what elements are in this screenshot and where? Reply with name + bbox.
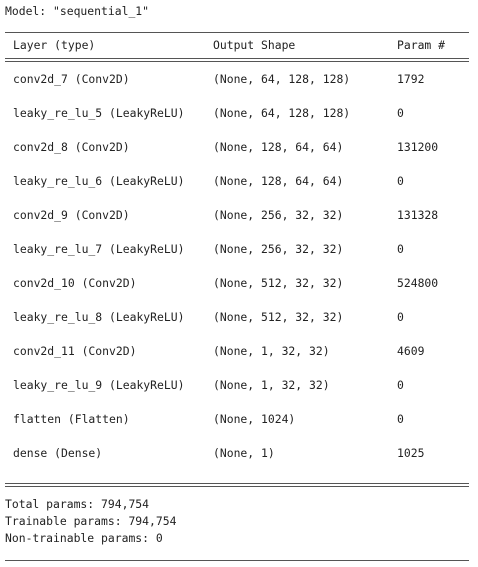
- param-count: 1792: [397, 72, 425, 86]
- param-count: 131328: [397, 208, 439, 222]
- layer-name: conv2d_10 (Conv2D): [13, 276, 137, 290]
- header-double-rule: [5, 58, 469, 62]
- header-layer: Layer (type): [13, 38, 96, 52]
- layer-name: dense (Dense): [13, 446, 103, 460]
- layer-name: leaky_re_lu_9 (LeakyReLU): [13, 378, 185, 392]
- footer-double-rule: [5, 483, 469, 487]
- layer-name: flatten (Flatten): [13, 412, 130, 426]
- output-shape: (None, 128, 64, 64): [213, 174, 344, 188]
- bottom-rule: [5, 560, 469, 561]
- non-trainable-params: Non-trainable params: 0: [5, 531, 163, 545]
- layer-name: leaky_re_lu_6 (LeakyReLU): [13, 174, 185, 188]
- output-shape: (None, 512, 32, 32): [213, 310, 344, 324]
- layer-name: conv2d_9 (Conv2D): [13, 208, 130, 222]
- layer-name: leaky_re_lu_8 (LeakyReLU): [13, 310, 185, 324]
- param-count: 0: [397, 310, 404, 324]
- trainable-params: Trainable params: 794,754: [5, 514, 177, 528]
- output-shape: (None, 1, 32, 32): [213, 378, 330, 392]
- layer-name: conv2d_7 (Conv2D): [13, 72, 130, 86]
- param-count: 524800: [397, 276, 439, 290]
- layer-name: leaky_re_lu_7 (LeakyReLU): [13, 242, 185, 256]
- param-count: 0: [397, 242, 404, 256]
- param-count: 0: [397, 412, 404, 426]
- header-params: Param #: [397, 38, 446, 52]
- output-shape: (None, 512, 32, 32): [213, 276, 344, 290]
- param-count: 131200: [397, 140, 439, 154]
- output-shape: (None, 1, 32, 32): [213, 344, 330, 358]
- output-shape: (None, 128, 64, 64): [213, 140, 344, 154]
- output-shape: (None, 64, 128, 128): [213, 72, 351, 86]
- output-shape: (None, 64, 128, 128): [213, 106, 351, 120]
- param-count: 0: [397, 106, 404, 120]
- output-shape: (None, 256, 32, 32): [213, 242, 344, 256]
- layer-name: leaky_re_lu_5 (LeakyReLU): [13, 106, 185, 120]
- param-count: 1025: [397, 446, 425, 460]
- output-shape: (None, 1024): [213, 412, 296, 426]
- top-rule: [5, 32, 469, 33]
- output-shape: (None, 1): [213, 446, 275, 460]
- model-name: Model: "sequential_1": [5, 4, 150, 18]
- param-count: 0: [397, 378, 404, 392]
- header-output-shape: Output Shape: [213, 38, 296, 52]
- layer-name: conv2d_11 (Conv2D): [13, 344, 137, 358]
- layer-name: conv2d_8 (Conv2D): [13, 140, 130, 154]
- output-shape: (None, 256, 32, 32): [213, 208, 344, 222]
- total-params: Total params: 794,754: [5, 497, 150, 511]
- param-count: 4609: [397, 344, 425, 358]
- param-count: 0: [397, 174, 404, 188]
